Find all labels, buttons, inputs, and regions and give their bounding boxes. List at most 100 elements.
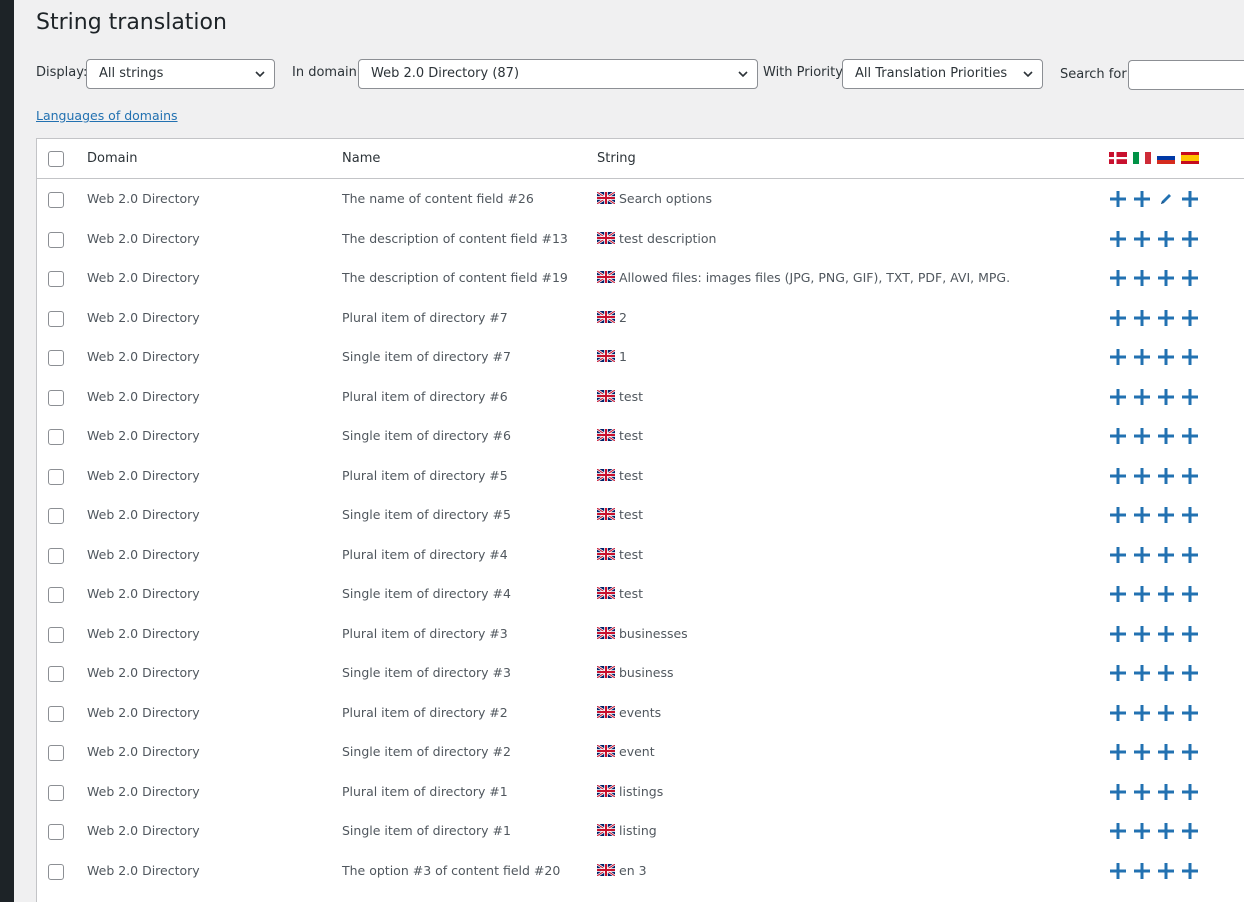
add-translation-icon[interactable]	[1110, 270, 1126, 286]
add-translation-icon[interactable]	[1158, 823, 1174, 839]
add-translation-icon[interactable]	[1134, 388, 1150, 405]
add-translation-icon[interactable]	[1134, 625, 1150, 642]
add-translation-icon[interactable]	[1134, 270, 1150, 286]
add-translation-icon[interactable]	[1158, 586, 1174, 602]
add-translation-icon[interactable]	[1134, 823, 1150, 839]
add-translation-icon[interactable]	[1134, 704, 1150, 721]
add-translation-icon[interactable]	[1110, 191, 1126, 207]
add-translation-icon[interactable]	[1134, 862, 1150, 879]
row-checkbox[interactable]	[48, 429, 64, 445]
add-translation-icon[interactable]	[1158, 862, 1174, 879]
row-checkbox[interactable]	[48, 192, 64, 208]
add-translation-icon[interactable]	[1134, 191, 1150, 207]
row-checkbox[interactable]	[48, 389, 64, 406]
add-translation-icon[interactable]	[1182, 704, 1198, 721]
add-translation-icon[interactable]	[1110, 546, 1126, 563]
add-translation-icon[interactable]	[1110, 586, 1126, 602]
add-translation-icon[interactable]	[1134, 665, 1150, 681]
add-translation-icon[interactable]	[1182, 546, 1198, 563]
add-translation-icon[interactable]	[1158, 783, 1174, 800]
add-translation-icon[interactable]	[1182, 625, 1198, 642]
column-header-name[interactable]: Name	[342, 151, 380, 166]
add-translation-icon[interactable]	[1134, 349, 1150, 365]
languages-of-domains-link[interactable]: Languages of domains	[36, 108, 178, 123]
row-checkbox[interactable]	[48, 508, 64, 524]
add-translation-icon[interactable]	[1182, 507, 1198, 523]
add-translation-icon[interactable]	[1134, 428, 1150, 444]
row-checkbox[interactable]	[48, 784, 64, 801]
add-translation-icon[interactable]	[1182, 388, 1198, 405]
add-translation-icon[interactable]	[1134, 586, 1150, 602]
row-checkbox[interactable]	[48, 271, 64, 287]
add-translation-icon[interactable]	[1110, 230, 1126, 247]
add-translation-icon[interactable]	[1158, 625, 1174, 642]
add-translation-icon[interactable]	[1182, 230, 1198, 247]
add-translation-icon[interactable]	[1110, 388, 1126, 405]
add-translation-icon[interactable]	[1134, 309, 1150, 326]
domain-select[interactable]: Web 2.0 Directory (87)	[358, 59, 758, 89]
add-translation-icon[interactable]	[1158, 428, 1174, 444]
add-translation-icon[interactable]	[1182, 349, 1198, 365]
row-checkbox[interactable]	[48, 824, 64, 840]
add-translation-icon[interactable]	[1110, 744, 1126, 760]
add-translation-icon[interactable]	[1134, 783, 1150, 800]
column-header-domain[interactable]: Domain	[87, 151, 137, 166]
add-translation-icon[interactable]	[1182, 270, 1198, 286]
add-translation-icon[interactable]	[1158, 665, 1174, 681]
add-translation-icon[interactable]	[1182, 823, 1198, 839]
add-translation-icon[interactable]	[1134, 467, 1150, 484]
add-translation-icon[interactable]	[1110, 309, 1126, 326]
add-translation-icon[interactable]	[1158, 270, 1174, 286]
add-translation-icon[interactable]	[1110, 862, 1126, 879]
add-translation-icon[interactable]	[1182, 744, 1198, 760]
edit-translation-icon[interactable]	[1158, 191, 1174, 207]
add-translation-icon[interactable]	[1182, 586, 1198, 602]
add-translation-icon[interactable]	[1110, 428, 1126, 444]
add-translation-icon[interactable]	[1134, 230, 1150, 247]
priority-select[interactable]: All Translation Priorities	[842, 59, 1043, 89]
add-translation-icon[interactable]	[1182, 665, 1198, 681]
add-translation-icon[interactable]	[1110, 349, 1126, 365]
add-translation-icon[interactable]	[1110, 665, 1126, 681]
row-checkbox[interactable]	[48, 310, 64, 327]
add-translation-icon[interactable]	[1110, 704, 1126, 721]
row-checkbox[interactable]	[48, 863, 64, 880]
add-translation-icon[interactable]	[1110, 467, 1126, 484]
row-checkbox[interactable]	[48, 745, 64, 761]
add-translation-icon[interactable]	[1134, 507, 1150, 523]
display-select[interactable]: All strings	[86, 59, 275, 89]
add-translation-icon[interactable]	[1158, 388, 1174, 405]
add-translation-icon[interactable]	[1110, 783, 1126, 800]
add-translation-icon[interactable]	[1110, 507, 1126, 523]
row-checkbox[interactable]	[48, 705, 64, 722]
add-translation-icon[interactable]	[1158, 704, 1174, 721]
row-checkbox[interactable]	[48, 626, 64, 643]
column-header-string[interactable]: String	[597, 151, 636, 166]
add-translation-icon[interactable]	[1158, 230, 1174, 247]
add-translation-icon[interactable]	[1182, 191, 1198, 207]
row-checkbox[interactable]	[48, 666, 64, 682]
add-translation-icon[interactable]	[1158, 349, 1174, 365]
add-translation-icon[interactable]	[1158, 546, 1174, 563]
search-input[interactable]	[1128, 60, 1244, 90]
add-translation-icon[interactable]	[1158, 309, 1174, 326]
add-translation-icon[interactable]	[1182, 428, 1198, 444]
add-translation-icon[interactable]	[1182, 309, 1198, 326]
row-checkbox[interactable]	[48, 350, 64, 366]
table-row: Web 2.0 Directory Single item of director…	[37, 574, 1244, 614]
add-translation-icon[interactable]	[1182, 783, 1198, 800]
row-checkbox[interactable]	[48, 468, 64, 485]
row-checkbox[interactable]	[48, 587, 64, 603]
add-translation-icon[interactable]	[1158, 744, 1174, 760]
add-translation-icon[interactable]	[1134, 546, 1150, 563]
select-all-checkbox[interactable]	[48, 151, 64, 167]
add-translation-icon[interactable]	[1110, 625, 1126, 642]
row-checkbox[interactable]	[48, 231, 64, 248]
add-translation-icon[interactable]	[1134, 744, 1150, 760]
add-translation-icon[interactable]	[1158, 507, 1174, 523]
add-translation-icon[interactable]	[1182, 467, 1198, 484]
row-checkbox[interactable]	[48, 547, 64, 564]
add-translation-icon[interactable]	[1110, 823, 1126, 839]
add-translation-icon[interactable]	[1182, 862, 1198, 879]
add-translation-icon[interactable]	[1158, 467, 1174, 484]
